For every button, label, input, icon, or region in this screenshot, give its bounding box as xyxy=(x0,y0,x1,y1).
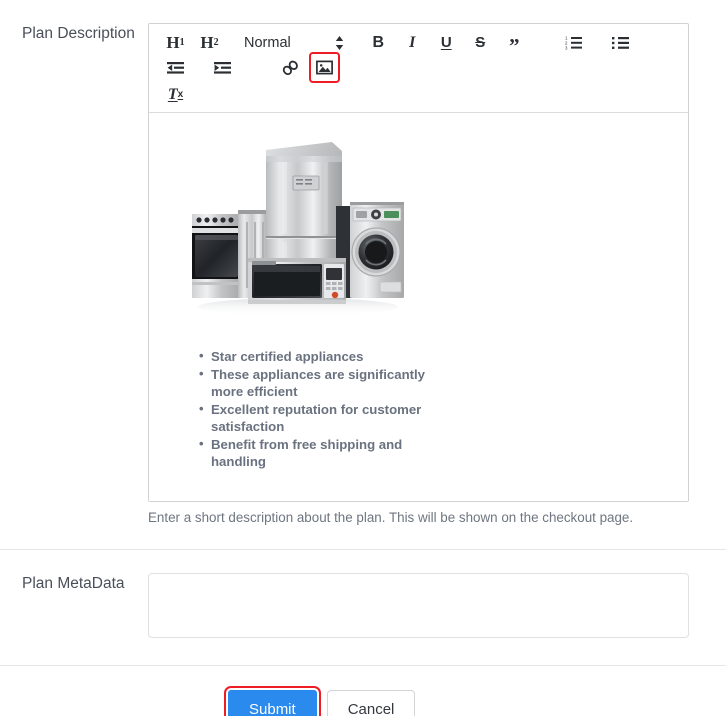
list-item: Star certified appliances xyxy=(211,348,426,365)
blockquote-icon[interactable]: ” xyxy=(502,30,527,55)
bold-icon[interactable]: B xyxy=(366,30,391,55)
heading-1-icon[interactable]: H1 xyxy=(163,30,188,55)
heading-2-sub: 2 xyxy=(214,38,219,48)
svg-text:3: 3 xyxy=(565,45,568,50)
chevron-updown-icon xyxy=(335,36,344,50)
form-actions: Submit Cancel xyxy=(0,666,726,716)
list-item: These appliances are significantly more … xyxy=(211,366,426,400)
rich-text-editor[interactable]: H1 H2 Normal xyxy=(148,23,689,502)
bullet-list-icon[interactable] xyxy=(608,30,633,55)
cancel-button[interactable]: Cancel xyxy=(327,690,416,716)
format-picker-value: Normal xyxy=(244,35,291,51)
plan-metadata-input[interactable] xyxy=(148,573,689,638)
description-bullet-list: Star certified appliances These applianc… xyxy=(189,348,670,470)
link-icon[interactable] xyxy=(278,55,303,80)
plan-form-page: Plan Description H1 H2 Normal xyxy=(0,0,726,716)
outdent-icon[interactable] xyxy=(163,55,188,80)
ordered-list-icon[interactable]: 1 2 3 xyxy=(561,30,586,55)
plan-description-help-text: Enter a short description about the plan… xyxy=(148,509,704,527)
strikethrough-icon[interactable]: S xyxy=(468,30,493,55)
italic-icon[interactable]: I xyxy=(400,30,425,55)
indent-icon[interactable] xyxy=(210,55,235,80)
clear-formatting-icon[interactable]: Tx xyxy=(163,82,188,107)
heading-1-sub: 1 xyxy=(180,38,185,48)
heading-2-icon[interactable]: H2 xyxy=(197,30,222,55)
plan-description-row: Plan Description H1 H2 Normal xyxy=(0,0,726,527)
format-picker[interactable]: Normal xyxy=(244,30,344,55)
editor-content-area[interactable]: Star certified appliances These applianc… xyxy=(149,113,688,501)
plan-metadata-row: Plan MetaData xyxy=(0,550,726,665)
heading-1-letter: H xyxy=(166,34,179,51)
plan-description-label: Plan Description xyxy=(0,23,148,527)
clear-formatting-sub: x xyxy=(178,90,184,100)
heading-2-letter: H xyxy=(200,34,213,51)
editor-toolbar: H1 H2 Normal xyxy=(149,24,688,113)
plan-description-field: H1 H2 Normal xyxy=(148,23,726,527)
list-item: Excellent reputation for customer satisf… xyxy=(211,401,426,435)
spacer xyxy=(0,527,726,549)
plan-metadata-label: Plan MetaData xyxy=(0,573,148,643)
submit-button[interactable]: Submit xyxy=(228,690,317,716)
plan-metadata-field xyxy=(148,573,726,643)
appliances-image xyxy=(190,132,405,322)
underline-icon[interactable]: U xyxy=(434,30,459,55)
list-item: Benefit from free shipping and handling xyxy=(211,436,426,470)
image-icon[interactable] xyxy=(312,55,337,80)
clear-formatting-letter: T xyxy=(168,87,178,103)
